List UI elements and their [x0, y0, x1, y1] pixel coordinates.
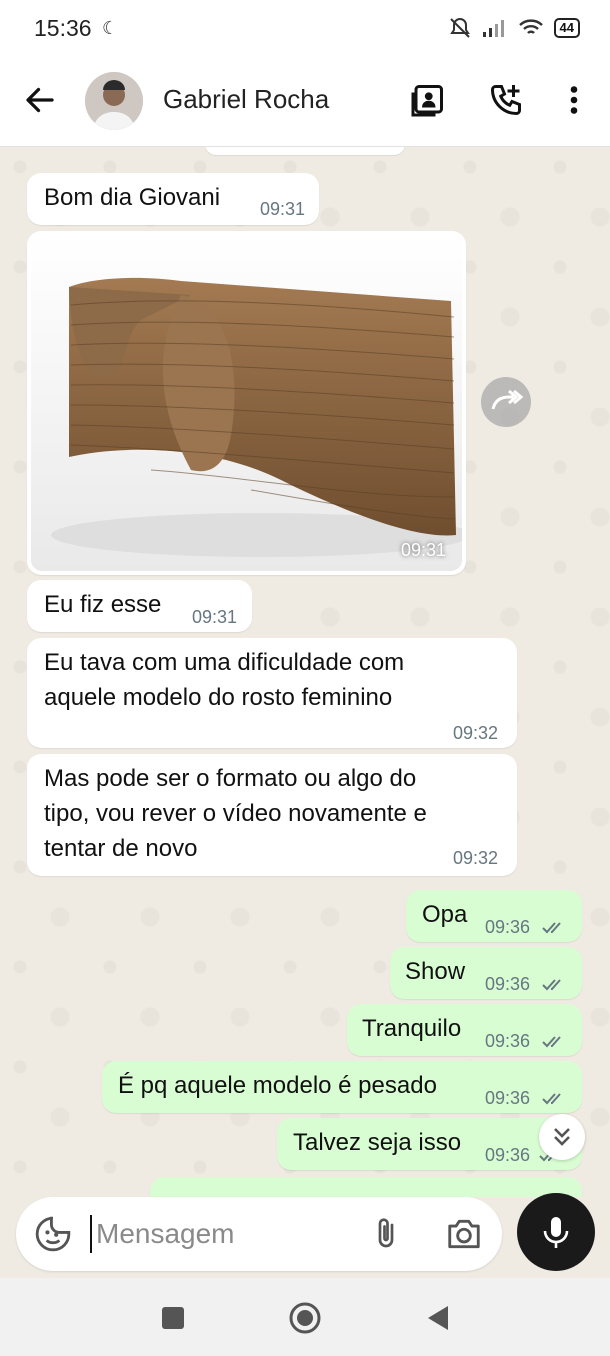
message-text: Eu tava com uma dificuldade com aquele m…: [44, 649, 405, 711]
message-time: 09:31: [260, 199, 306, 219]
message-bubble-outgoing[interactable]: Show 09:36: [390, 947, 582, 999]
contact-name[interactable]: Gabriel Rocha: [163, 84, 329, 115]
message-text: Tranquilo: [362, 1015, 462, 1042]
chat-header: Gabriel Rocha: [0, 60, 610, 147]
contact-photo-icon[interactable]: [410, 82, 446, 118]
more-vert-icon[interactable]: [556, 82, 592, 118]
message-text: É pq aquele modelo é pesado: [118, 1072, 437, 1099]
message-bubble-outgoing[interactable]: Talvez seja isso 09:36: [277, 1118, 582, 1170]
clock: 15:36: [34, 15, 92, 41]
battery-indicator: 44: [553, 18, 580, 38]
image-message[interactable]: 09:31: [27, 231, 466, 575]
status-bar: 15:36 ☾ 44: [0, 0, 610, 60]
message-time: 09:32: [453, 848, 499, 868]
image-attachment[interactable]: 09:31: [31, 235, 462, 571]
avatar[interactable]: [85, 72, 143, 130]
message-bubble-partial: [205, 147, 405, 155]
message-time: 09:31: [192, 607, 238, 627]
message-time: 09:36: [485, 1145, 531, 1165]
forward-icon: [491, 389, 524, 410]
message-bubble-incoming[interactable]: Eu fiz esse 09:31: [27, 580, 252, 632]
message-text: Show: [405, 958, 466, 985]
message-time: 09:36: [485, 1031, 531, 1051]
message-text: Talvez seja isso: [293, 1129, 462, 1156]
back-arrow-icon[interactable]: [22, 82, 58, 118]
message-time: 09:36: [485, 1088, 531, 1108]
message-text: Opa: [422, 901, 468, 928]
message-time: 09:36: [485, 917, 531, 937]
read-ticks-icon: [542, 1093, 561, 1105]
back-icon[interactable]: [420, 1300, 456, 1336]
message-composer: [16, 1197, 502, 1271]
message-bubble-incoming[interactable]: Bom dia Giovani 09:31: [27, 173, 319, 225]
message-text: Mas pode ser o formato ou algo do tipo, …: [44, 765, 427, 862]
system-nav-bar: [0, 1278, 610, 1356]
forward-button[interactable]: [481, 377, 531, 427]
double-chevron-down-icon: [554, 1128, 570, 1146]
status-icons: 44: [448, 16, 580, 40]
read-ticks-icon: [542, 922, 561, 934]
message-bubble-outgoing[interactable]: Opa 09:36: [406, 890, 582, 942]
message-bubble-incoming[interactable]: Mas pode ser o formato ou algo do tipo, …: [27, 754, 517, 876]
text-cursor: [90, 1215, 92, 1253]
message-bubble-outgoing[interactable]: É pq aquele modelo é pesado 09:36: [102, 1061, 582, 1113]
sticker-icon[interactable]: [34, 1215, 72, 1253]
image-time: 09:31: [400, 540, 446, 560]
message-bubble-outgoing[interactable]: Tranquilo 09:36: [347, 1004, 582, 1056]
attach-icon[interactable]: [368, 1215, 404, 1253]
home-icon[interactable]: [287, 1300, 323, 1336]
message-bubble-incoming[interactable]: Eu tava com uma dificuldade com aquele m…: [27, 638, 517, 748]
mic-icon: [543, 1217, 569, 1248]
wifi-icon: [518, 19, 543, 34]
message-text: Eu fiz esse: [44, 591, 162, 618]
signal-icon: [482, 20, 504, 37]
mute-icon: [449, 17, 470, 38]
read-ticks-icon: [542, 1036, 561, 1048]
message-input[interactable]: [94, 1213, 358, 1255]
mic-button[interactable]: [517, 1193, 595, 1271]
moon-icon: ☾: [102, 18, 119, 38]
chat-area[interactable]: Bom dia Giovani 09:31 09:31 Eu fiz esse …: [0, 147, 610, 1197]
camera-icon[interactable]: [444, 1215, 484, 1253]
scroll-to-bottom-button[interactable]: [539, 1114, 585, 1160]
read-ticks-icon: [542, 979, 561, 991]
message-text: Bom dia Giovani: [44, 184, 221, 211]
message-time: 09:32: [453, 723, 499, 743]
message-time: 09:36: [485, 974, 531, 994]
stop-icon[interactable]: [155, 1300, 191, 1336]
add-call-icon[interactable]: [488, 82, 524, 118]
